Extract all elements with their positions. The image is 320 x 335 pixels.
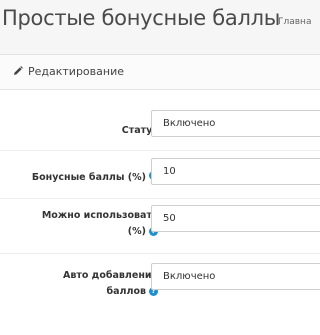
auto-add-select[interactable]: Включено — [151, 263, 320, 290]
pencil-icon — [14, 66, 23, 75]
status-select[interactable]: Включено — [151, 110, 320, 137]
can-use-input[interactable]: 50 — [151, 205, 320, 232]
auto-add-label-line2: баллов — [106, 286, 147, 297]
page-title: Простые бонусные баллы — [2, 6, 280, 30]
panel-title: Редактирование — [28, 65, 124, 78]
can-use-label-line1: Можно использовать — [41, 210, 158, 221]
row-divider — [0, 253, 320, 254]
can-use-label-wrap: Можно использовать (%)? — [0, 208, 158, 240]
auto-add-label-line1: Авто добавление — [62, 270, 158, 281]
row-divider — [0, 150, 320, 151]
bonus-points-label: Бонусные баллы (%) — [31, 172, 146, 183]
edit-panel: Редактирование Статус Включено Бонусные … — [0, 54, 320, 335]
auto-add-label-wrap: Авто добавление баллов? — [0, 268, 158, 300]
row-divider — [0, 198, 320, 199]
status-label-wrap: Статус — [0, 118, 158, 137]
panel-heading: Редактирование — [0, 55, 320, 90]
can-use-label-line2: (%) — [127, 226, 146, 237]
bonus-points-input[interactable]: 10 — [151, 158, 320, 185]
bonus-points-label-wrap: Бонусные баллы (%)? — [0, 165, 158, 184]
breadcrumb-home[interactable]: Главна — [278, 17, 311, 27]
